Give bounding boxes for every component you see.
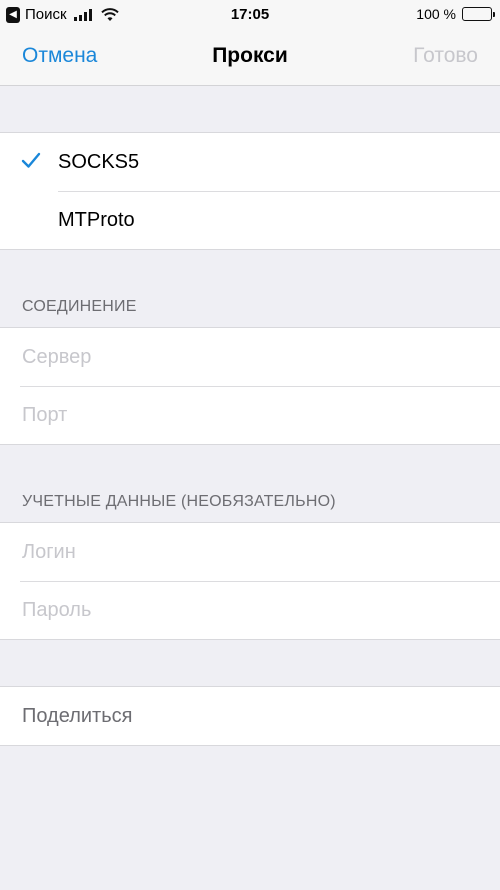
port-placeholder: Порт xyxy=(22,403,68,426)
login-placeholder: Логин xyxy=(22,540,76,563)
password-field[interactable]: Пароль xyxy=(0,581,500,639)
done-button[interactable]: Готово xyxy=(413,44,478,68)
proxy-type-socks5-row[interactable]: SOCKS5 xyxy=(0,133,500,191)
battery-icon xyxy=(462,7,495,21)
connection-section-header: СОЕДИНЕНИЕ xyxy=(22,298,137,315)
battery-percent: 100 % xyxy=(416,6,456,22)
login-field[interactable]: Логин xyxy=(0,523,500,581)
status-bar-right: 100 % xyxy=(416,6,495,22)
cancel-button[interactable]: Отмена xyxy=(22,44,97,68)
connection-group: Сервер Порт xyxy=(0,327,500,445)
proxy-type-mtproto-row[interactable]: MTProto xyxy=(0,191,500,249)
share-group: Поделиться xyxy=(0,686,500,746)
checkmark-icon xyxy=(21,152,41,168)
share-button[interactable]: Поделиться xyxy=(0,687,500,745)
port-field[interactable]: Порт xyxy=(0,386,500,444)
status-bar: ◀ Поиск 17:05 100 % xyxy=(0,0,500,30)
proxy-type-label: MTProto xyxy=(58,208,135,231)
server-placeholder: Сервер xyxy=(22,345,92,368)
credentials-group: Логин Пароль xyxy=(0,522,500,640)
password-placeholder: Пароль xyxy=(22,598,92,621)
credentials-section-header: УЧЕТНЫЕ ДАННЫЕ (НЕОБЯЗАТЕЛЬНО) xyxy=(22,493,336,510)
proxy-type-label: SOCKS5 xyxy=(58,150,140,173)
proxy-type-group: SOCKS5 MTProto xyxy=(0,132,500,250)
navigation-bar: Отмена Прокси Готово xyxy=(0,30,500,86)
server-field[interactable]: Сервер xyxy=(0,328,500,386)
share-label: Поделиться xyxy=(22,704,133,727)
